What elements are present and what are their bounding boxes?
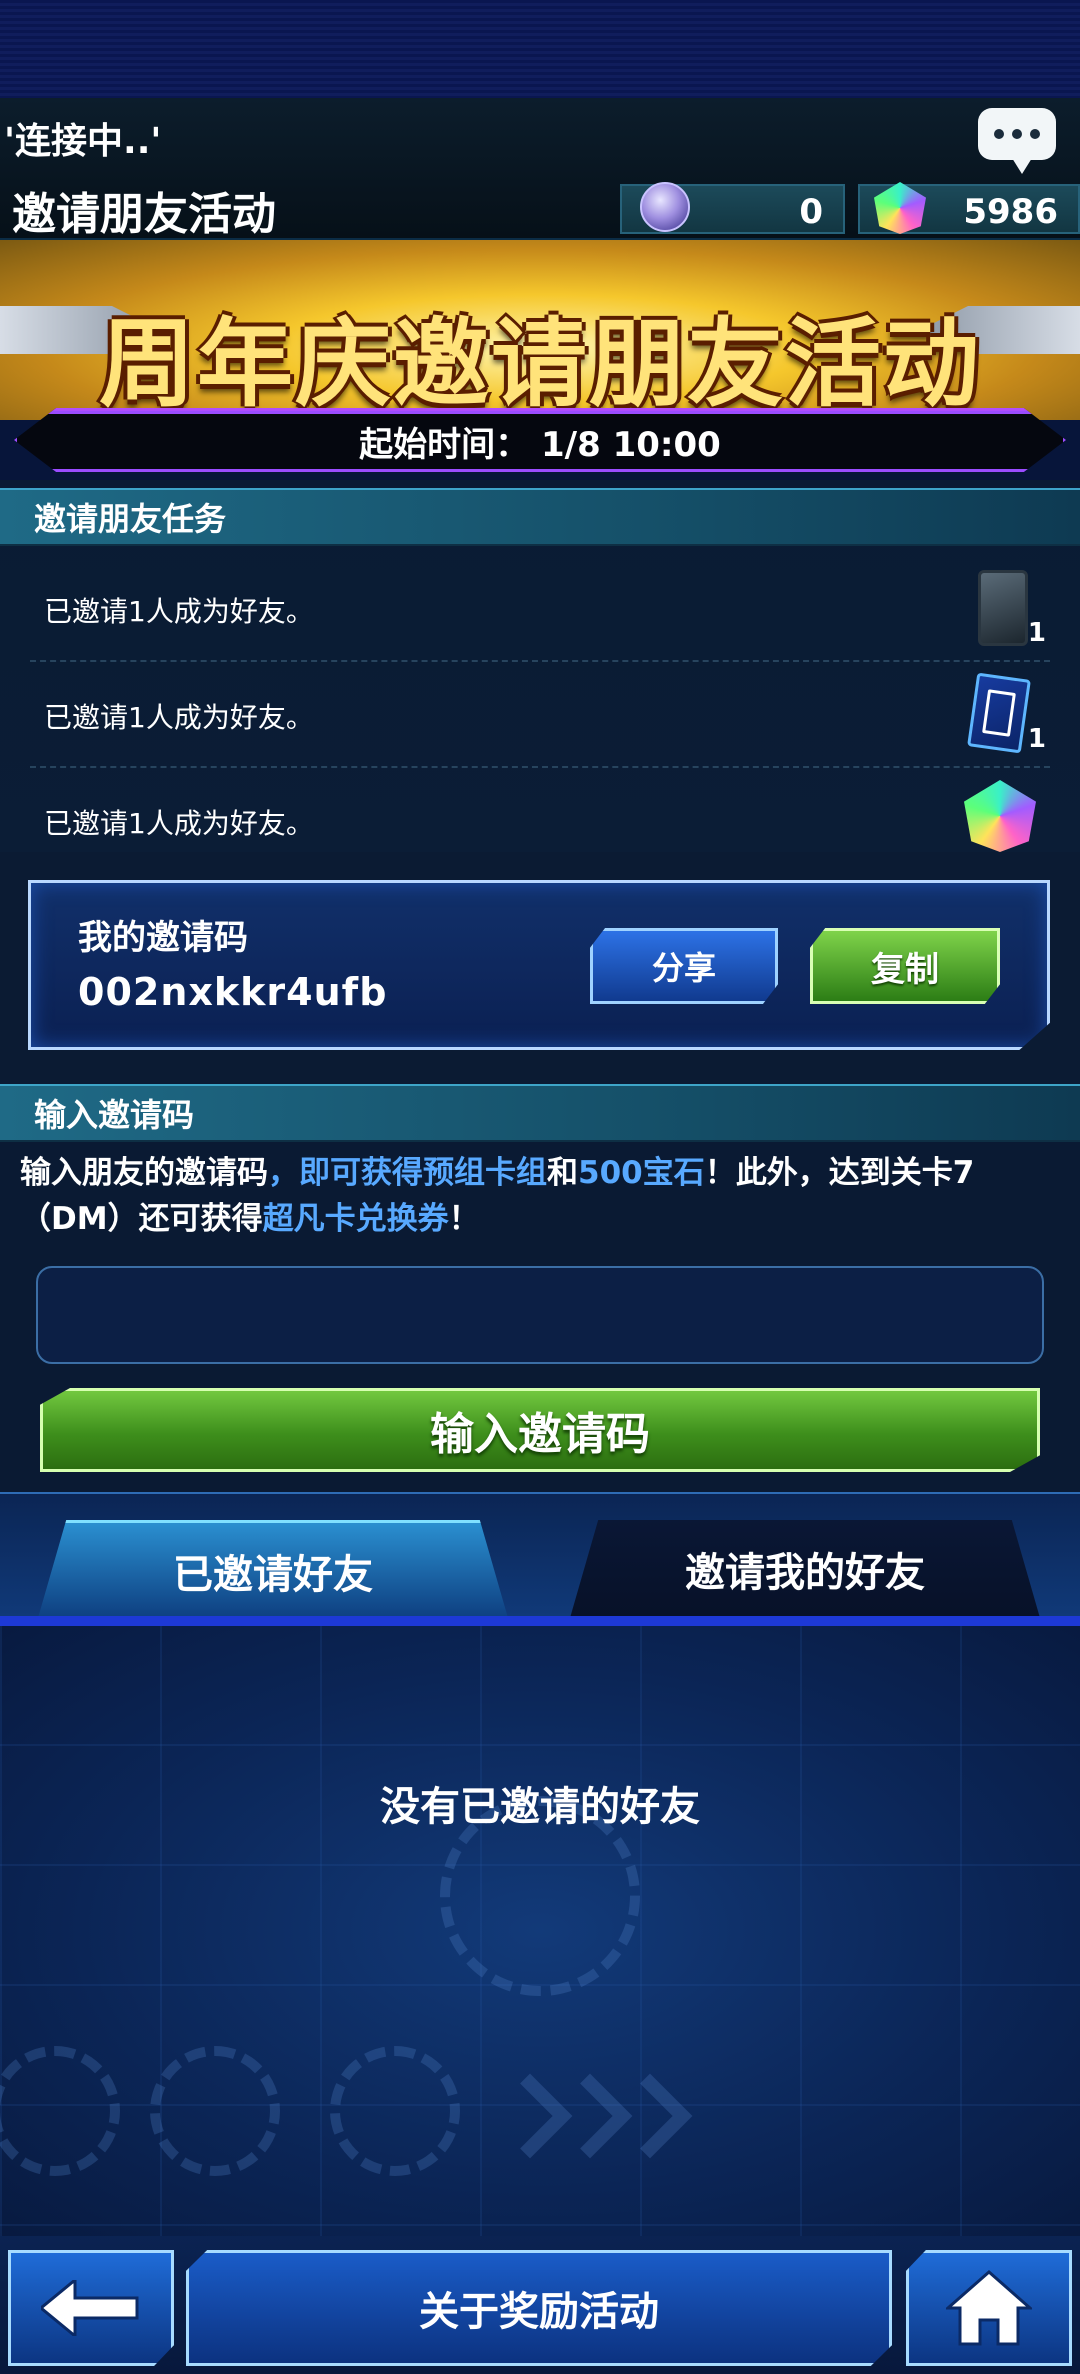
enter-code-button[interactable]: 输入邀请码 [40, 1388, 1040, 1472]
card-pack-icon [978, 570, 1028, 646]
gem-currency: 5986 [858, 182, 1080, 234]
mission-heading: 邀请朋友任务 [0, 488, 1080, 546]
orb-currency: 0 [620, 182, 845, 234]
tab-invited-friends[interactable]: 已邀请好友 [38, 1520, 508, 1618]
home-button[interactable] [906, 2250, 1072, 2366]
desc-text: ！ [448, 1201, 480, 1237]
gem-amount: 5986 [963, 192, 1058, 232]
desc-highlight: 超凡卡兑换券 [262, 1201, 449, 1237]
connecting-status: '连接中..' [4, 121, 162, 162]
orb-icon [640, 182, 690, 232]
home-icon [946, 2270, 1032, 2346]
enter-code-description: 输入朋友的邀请码，即可获得预组卡组和500宝石！此外，达到关卡7（DM）还可获得… [20, 1150, 1070, 1242]
desc-text: 和 [547, 1155, 578, 1191]
mission-item: 已邀请1人成为好友。 1 [30, 662, 1050, 768]
my-code-value: 002nxkkr4ufb [78, 970, 388, 1014]
orb-amount: 0 [799, 192, 823, 232]
mission-item: 已邀请1人成为好友。 1 [30, 556, 1050, 662]
empty-list-message: 没有已邀请的好友 [380, 1784, 700, 1830]
chat-button[interactable] [978, 108, 1056, 174]
mission-text: 已邀请1人成为好友。 [44, 807, 314, 840]
background-decoration [607, 2073, 693, 2159]
invite-code-input[interactable] [36, 1266, 1044, 1364]
reward-count: 1 [1027, 724, 1046, 754]
desc-highlight: ，即可获得预组卡组 [268, 1155, 547, 1191]
banner-title: 周年庆邀请朋友活动 [99, 307, 981, 420]
arrow-left-icon [41, 2280, 139, 2336]
mission-item: 已邀请1人成为好友。 [30, 768, 1050, 852]
background-decoration [0, 2046, 120, 2176]
page-title: 邀请朋友活动 [12, 189, 276, 240]
card-ticket-icon [967, 672, 1031, 754]
chat-dot-icon [1012, 129, 1022, 139]
mission-text: 已邀请1人成为好友。 [44, 595, 314, 628]
about-reward-event-button[interactable]: 关于奖励活动 [186, 2250, 892, 2366]
desc-highlight: 500宝石 [578, 1155, 705, 1191]
reward-count: 1 [1027, 618, 1046, 648]
chat-dot-icon [994, 129, 1004, 139]
background-decoration [330, 2046, 460, 2176]
tab-underline [0, 1616, 1080, 1626]
gem-icon [874, 182, 926, 234]
background-decoration [150, 2046, 280, 2176]
event-banner: 周年庆邀请朋友活动 [0, 240, 1080, 420]
back-button[interactable] [8, 2250, 174, 2366]
copy-button[interactable]: 复制 [810, 928, 1000, 1004]
tab-friends-who-invited-me[interactable]: 邀请我的好友 [570, 1520, 1040, 1618]
enter-code-heading: 输入邀请码 [0, 1084, 1080, 1142]
start-time-bar: 起始时间： 1/8 10:00 [14, 408, 1066, 472]
desc-text: 输入朋友的邀请码 [20, 1155, 268, 1191]
start-time: 起始时间： 1/8 10:00 [359, 425, 721, 465]
chat-dot-icon [1030, 129, 1040, 139]
status-strip [0, 0, 1080, 98]
friend-list[interactable] [0, 1626, 1080, 2236]
gem-icon [964, 780, 1036, 852]
my-code-label: 我的邀请码 [78, 918, 248, 958]
mission-text: 已邀请1人成为好友。 [44, 701, 314, 734]
share-button[interactable]: 分享 [590, 928, 778, 1004]
